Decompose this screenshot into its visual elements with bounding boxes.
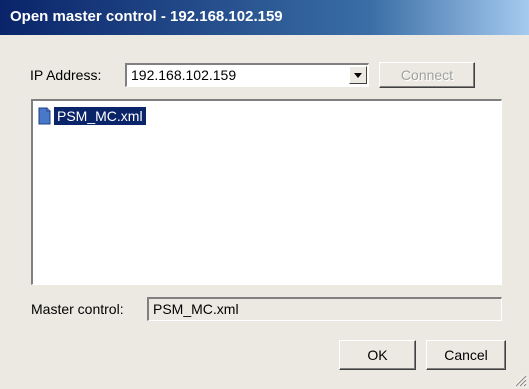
ip-address-value[interactable]: 192.168.102.159 <box>131 67 236 83</box>
dropdown-button[interactable] <box>349 66 367 84</box>
chevron-down-icon <box>354 73 362 78</box>
file-listbox[interactable]: PSM_MC.xml <box>31 99 502 285</box>
resize-grip-icon[interactable] <box>513 373 527 387</box>
ip-address-combobox[interactable]: 192.168.102.159 <box>125 63 369 87</box>
file-icon <box>37 107 51 125</box>
master-control-field: PSM_MC.xml <box>147 297 502 321</box>
ok-button[interactable]: OK <box>339 340 416 370</box>
connect-button[interactable]: Connect <box>379 62 475 88</box>
master-control-value: PSM_MC.xml <box>153 301 239 317</box>
list-item[interactable]: PSM_MC.xml <box>37 106 147 126</box>
window-title: Open master control - 192.168.102.159 <box>10 8 283 25</box>
list-item-label[interactable]: PSM_MC.xml <box>53 106 147 126</box>
open-master-control-dialog: Open master control - 192.168.102.159 IP… <box>0 0 529 389</box>
master-control-label: Master control: <box>31 301 124 317</box>
ip-address-label: IP Address: <box>30 67 102 83</box>
cancel-button[interactable]: Cancel <box>426 340 506 370</box>
title-bar[interactable]: Open master control - 192.168.102.159 <box>0 0 529 35</box>
